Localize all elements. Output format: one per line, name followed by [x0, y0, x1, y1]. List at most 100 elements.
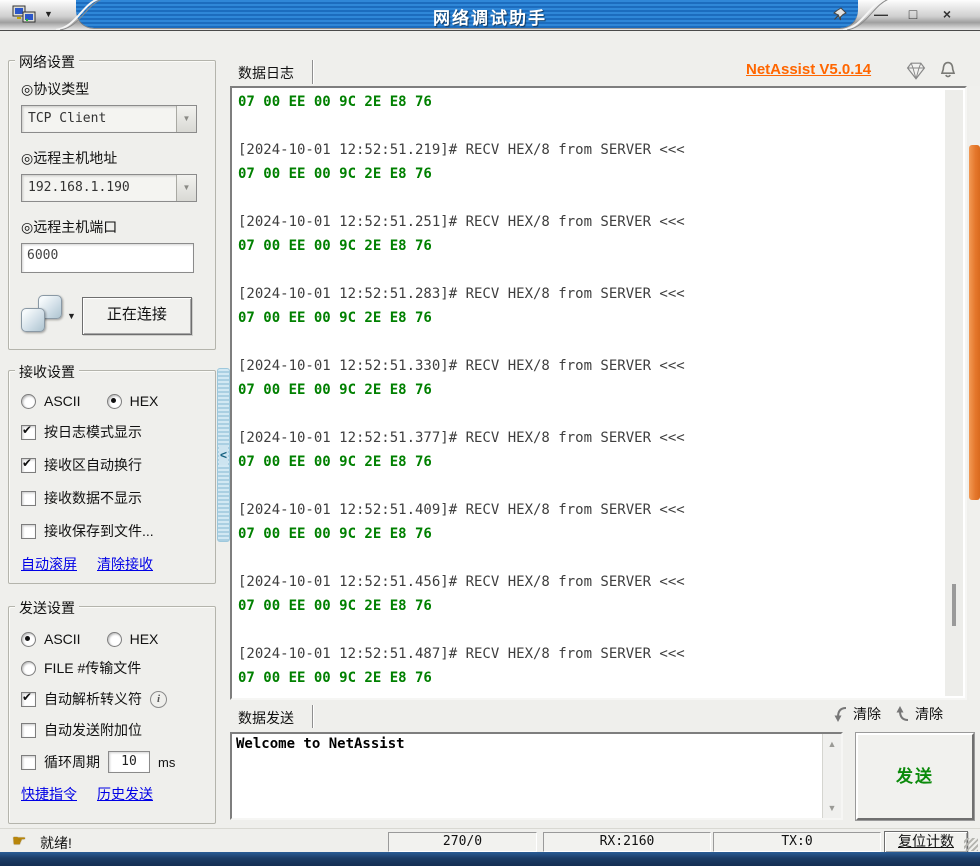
protocol-label: ◎协议类型: [21, 81, 90, 97]
autoscroll-link[interactable]: 自动滚屏: [21, 554, 77, 574]
log-scrollbar[interactable]: [945, 90, 963, 696]
escape-parse-checkbox[interactable]: 自动解析转义符 i: [21, 689, 205, 709]
clear-receive-link[interactable]: 清除接收: [97, 554, 153, 574]
network-settings-group: 网络设置 ◎协议类型 TCP Client ▼ ◎远程主机地址 192.168.…: [8, 52, 216, 350]
recv-savefile-label: 接收保存到文件...: [44, 523, 154, 539]
cycle-unit-label: ms: [158, 754, 176, 770]
status-text: 就绪!: [40, 835, 72, 851]
recv-ascii-radio[interactable]: ASCII: [21, 393, 81, 409]
log-content: 07 00 EE 00 9C 2E E8 76 [2024-10-01 12:5…: [238, 90, 941, 690]
packet-counter-field: 270/0: [388, 832, 537, 852]
chevron-down-icon[interactable]: ▼: [176, 175, 196, 201]
log-timestamp-line: [2024-10-01 12:52:51.487]# RECV HEX/8 fr…: [238, 646, 685, 662]
host-label: ◎远程主机地址: [21, 150, 118, 166]
tab-data-log[interactable]: 数据日志: [238, 63, 294, 83]
minimize-button[interactable]: —: [868, 4, 894, 24]
log-hex-line: 07 00 EE 00 9C 2E E8 76: [238, 670, 432, 686]
history-send-link[interactable]: 历史发送: [97, 784, 153, 804]
send-file-label: FILE #传输文件: [44, 660, 142, 676]
arrow-down-icon: [834, 707, 847, 722]
info-icon[interactable]: i: [150, 690, 167, 708]
port-input[interactable]: 6000: [21, 243, 194, 273]
log-blank-line: [238, 618, 941, 642]
send-button[interactable]: 发送: [856, 733, 974, 820]
checkbox-icon: [21, 722, 36, 738]
radio-icon: [21, 393, 36, 409]
auto-append-label: 自动发送附加位: [44, 722, 142, 738]
send-file-radio[interactable]: FILE #传输文件: [21, 658, 205, 678]
maximize-button[interactable]: □: [900, 4, 926, 24]
log-blank-line: [238, 114, 941, 138]
shortcut-command-link[interactable]: 快捷指令: [21, 784, 77, 804]
close-button[interactable]: ×: [934, 4, 960, 24]
connection-status-icon[interactable]: [21, 295, 65, 337]
escape-parse-label: 自动解析转义符: [44, 691, 142, 707]
log-hex-line: 07 00 EE 00 9C 2E E8 76: [238, 310, 432, 326]
reset-count-button[interactable]: 复位计数: [884, 831, 968, 853]
clear-send-label: 清除: [915, 706, 943, 722]
recv-wordwrap-checkbox[interactable]: 接收区自动换行: [21, 455, 205, 475]
recv-logmode-label: 按日志模式显示: [44, 424, 142, 440]
recv-hex-radio[interactable]: HEX: [106, 393, 159, 409]
log-hex-line: 07 00 EE 00 9C 2E E8 76: [238, 166, 432, 182]
bottom-strip: [0, 852, 980, 866]
recv-savefile-checkbox[interactable]: 接收保存到文件...: [21, 521, 205, 541]
log-hex-line: 07 00 EE 00 9C 2E E8 76: [238, 454, 432, 470]
checkbox-icon: [21, 490, 36, 506]
clear-send-button[interactable]: 清除: [894, 704, 943, 724]
log-blank-line: [238, 402, 941, 426]
version-link[interactable]: NetAssist V5.0.14: [746, 61, 871, 78]
log-hex-line: 07 00 EE 00 9C 2E E8 76: [238, 598, 432, 614]
send-input-area[interactable]: Welcome to NetAssist ▲ ▼: [230, 732, 843, 820]
checkbox-icon: [21, 523, 36, 539]
tx-counter-field: TX:0: [713, 832, 881, 852]
cycle-send-checkbox[interactable]: 循环周期 10 ms: [21, 751, 205, 773]
protocol-select[interactable]: TCP Client ▼: [21, 105, 197, 133]
resize-grip[interactable]: [964, 838, 978, 851]
connect-button[interactable]: 正在连接: [81, 297, 192, 335]
radio-icon: [106, 393, 122, 409]
send-ascii-label: ASCII: [44, 631, 81, 647]
app-window: ▼ 网络调试助手 — □ × 网络设置 ◎协议类型 TCP Client ▼ ◎…: [0, 0, 980, 866]
scroll-up-icon[interactable]: ▲: [823, 736, 841, 752]
edge-scrollbar-thumb[interactable]: [969, 145, 980, 500]
host-select[interactable]: 192.168.1.190 ▼: [21, 174, 197, 202]
panel-splitter[interactable]: <: [217, 368, 230, 542]
diamond-icon[interactable]: [906, 62, 926, 85]
receive-settings-title: 接收设置: [15, 362, 79, 382]
log-blank-line: [238, 474, 941, 498]
cycle-period-input[interactable]: 10: [108, 751, 150, 773]
recv-logmode-checkbox[interactable]: 按日志模式显示: [21, 422, 205, 442]
log-blank-line: [238, 330, 941, 354]
log-hex-line: 07 00 EE 00 9C 2E E8 76: [238, 238, 432, 254]
clear-receive-button[interactable]: 清除: [832, 704, 881, 724]
recv-hex-label: HEX: [129, 393, 159, 409]
host-value: 192.168.1.190: [28, 180, 130, 195]
checkbox-icon: [21, 754, 36, 770]
tab-separator: [312, 60, 313, 84]
chevron-down-icon[interactable]: ▼: [176, 106, 196, 132]
send-scrollbar[interactable]: ▲ ▼: [822, 734, 841, 818]
titlebar[interactable]: ▼ 网络调试助手 — □ ×: [0, 0, 980, 31]
arrow-up-icon: [896, 706, 909, 721]
send-hex-radio[interactable]: HEX: [106, 631, 159, 647]
auto-append-checkbox[interactable]: 自动发送附加位: [21, 720, 205, 740]
log-hex-line: 07 00 EE 00 9C 2E E8 76: [238, 94, 432, 110]
bell-icon[interactable]: [938, 60, 958, 85]
tab-data-send[interactable]: 数据发送: [238, 708, 294, 728]
tab-separator: [312, 705, 313, 728]
collapse-left-icon[interactable]: <: [219, 445, 228, 465]
log-hex-line: 07 00 EE 00 9C 2E E8 76: [238, 526, 432, 542]
radio-icon: [106, 631, 122, 647]
data-log-area[interactable]: 07 00 EE 00 9C 2E E8 76 [2024-10-01 12:5…: [230, 86, 967, 700]
chevron-down-icon[interactable]: ▼: [67, 311, 76, 321]
send-input-text: Welcome to NetAssist: [236, 736, 405, 752]
log-scrollbar-thumb[interactable]: [952, 584, 956, 626]
send-ascii-radio[interactable]: ASCII: [21, 631, 81, 647]
pin-icon[interactable]: [832, 6, 848, 27]
scroll-down-icon[interactable]: ▼: [823, 800, 841, 816]
recv-hide-checkbox[interactable]: 接收数据不显示: [21, 488, 205, 508]
rx-counter-field: RX:2160: [543, 832, 711, 852]
send-hex-label: HEX: [129, 631, 159, 647]
log-timestamp-line: [2024-10-01 12:52:51.283]# RECV HEX/8 fr…: [238, 286, 685, 302]
